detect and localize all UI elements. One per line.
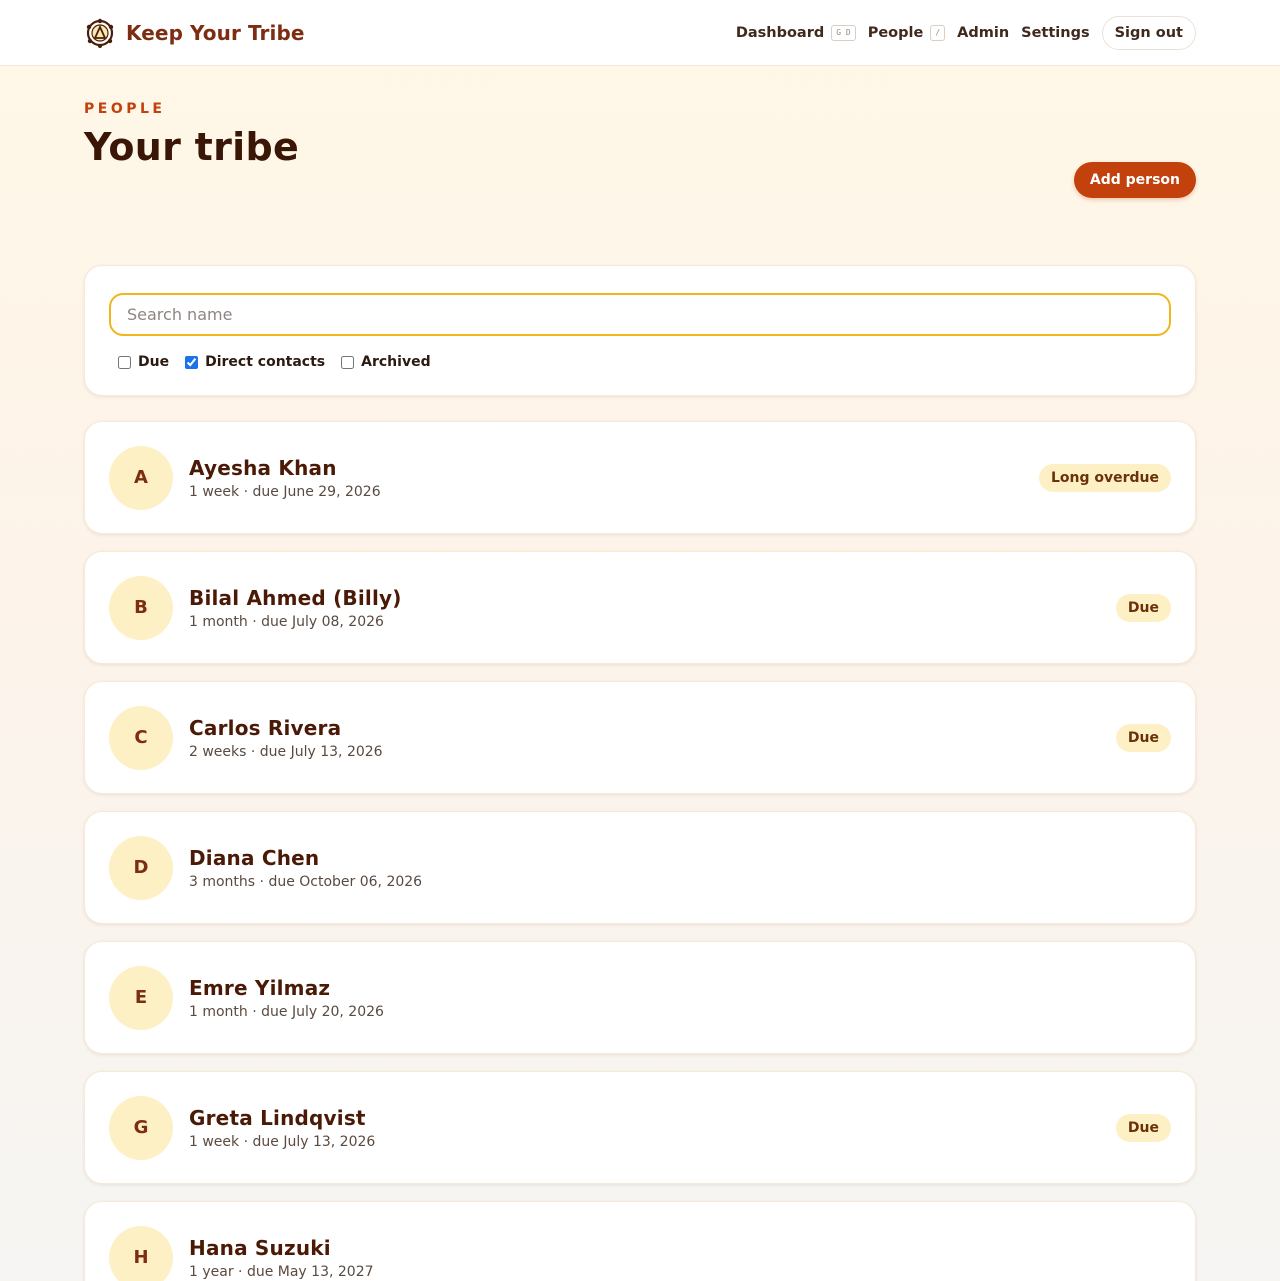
main-nav: Dashboard G D People / Admin Settings Si… [735, 15, 1196, 50]
person-name: Carlos Rivera [189, 715, 342, 740]
person-cadence: 1 week · due July 13, 2026 [189, 1133, 376, 1150]
filter-archived-label: Archived [361, 354, 431, 370]
person-name: Emre Yilmaz [189, 975, 331, 1000]
brand[interactable]: Keep Your Tribe [84, 17, 305, 49]
filter-direct-contacts-label: Direct contacts [205, 354, 326, 370]
page-eyebrow: PEOPLE [84, 101, 166, 117]
person-name: Greta Lindqvist [189, 1105, 366, 1130]
person-info: Emre Yilmaz 1 month · due July 20, 2026 [189, 976, 1171, 1020]
person-cadence: 1 month · due July 20, 2026 [189, 1003, 384, 1020]
nav-dashboard[interactable]: Dashboard G D [735, 24, 856, 41]
status-badge: Due [1115, 1113, 1171, 1142]
person-name: Ayesha Khan [189, 455, 337, 480]
brand-name: Keep Your Tribe [126, 20, 305, 45]
nav-people-label: People [867, 24, 924, 41]
person-info: Ayesha Khan 1 week · due June 29, 2026 [189, 456, 1039, 500]
page-header: PEOPLE Your tribe Add person [84, 66, 1196, 266]
avatar: C [109, 705, 173, 770]
tribe-logo-icon [86, 18, 114, 48]
person-info: Diana Chen 3 months · due October 06, 20… [189, 846, 1171, 890]
people-shortcut-hint: / [930, 24, 946, 41]
person-name: Hana Suzuki [189, 1235, 331, 1260]
avatar: H [109, 1225, 173, 1281]
nav-people[interactable]: People / [867, 24, 946, 41]
person-card[interactable]: C Carlos Rivera 2 weeks · due July 13, 2… [84, 681, 1196, 794]
person-info: Carlos Rivera 2 weeks · due July 13, 202… [189, 716, 1116, 760]
person-info: Hana Suzuki 1 year · due May 13, 2027 [189, 1236, 1171, 1280]
person-cadence: 1 week · due June 29, 2026 [189, 483, 381, 500]
status-badge: Due [1115, 723, 1171, 752]
nav-settings[interactable]: Settings [1021, 25, 1089, 41]
person-info: Greta Lindqvist 1 week · due July 13, 20… [189, 1106, 1116, 1150]
filter-due[interactable]: Due [118, 354, 169, 370]
avatar: D [109, 835, 173, 900]
filter-archived[interactable]: Archived [341, 354, 431, 370]
people-list: A Ayesha Khan 1 week · due June 29, 2026… [84, 421, 1196, 1281]
person-info: Bilal Ahmed (Billy) 1 month · due July 0… [189, 586, 1116, 630]
filter-direct-contacts-checkbox[interactable] [185, 355, 199, 369]
filter-panel: Due Direct contacts Archived [84, 265, 1196, 396]
filter-direct-contacts[interactable]: Direct contacts [185, 354, 325, 370]
nav-dashboard-label: Dashboard [735, 24, 825, 41]
person-card[interactable]: H Hana Suzuki 1 year · due May 13, 2027 [84, 1201, 1196, 1281]
top-navigation-bar: Keep Your Tribe Dashboard G D People / A… [0, 0, 1280, 66]
dashboard-shortcut-hint: G D [831, 24, 856, 41]
avatar: A [109, 445, 173, 510]
main-content: PEOPLE Your tribe Add person Due Direct … [0, 66, 1280, 1281]
person-card[interactable]: E Emre Yilmaz 1 month · due July 20, 202… [84, 941, 1196, 1054]
filter-archived-checkbox[interactable] [341, 355, 355, 369]
avatar: G [109, 1095, 173, 1160]
avatar: B [109, 575, 173, 640]
page-title: Your tribe [84, 125, 300, 169]
filter-options: Due Direct contacts Archived [109, 354, 1171, 370]
filter-due-label: Due [138, 354, 170, 370]
filter-due-checkbox[interactable] [118, 355, 131, 369]
person-cadence: 2 weeks · due July 13, 2026 [189, 743, 383, 760]
person-cadence: 1 month · due July 08, 2026 [189, 613, 384, 630]
person-name: Diana Chen [189, 845, 320, 870]
nav-admin[interactable]: Admin [957, 25, 1009, 41]
page-heading-group: PEOPLE Your tribe [84, 101, 299, 169]
search-name-input[interactable] [109, 293, 1171, 336]
person-card[interactable]: B Bilal Ahmed (Billy) 1 month · due July… [84, 551, 1196, 664]
person-name: Bilal Ahmed (Billy) [189, 585, 402, 610]
add-person-button[interactable]: Add person [1073, 162, 1196, 198]
status-badge: Long overdue [1038, 463, 1171, 492]
avatar: E [109, 965, 173, 1030]
person-card[interactable]: G Greta Lindqvist 1 week · due July 13, … [84, 1071, 1196, 1184]
person-card[interactable]: D Diana Chen 3 months · due October 06, … [84, 811, 1196, 924]
person-card[interactable]: A Ayesha Khan 1 week · due June 29, 2026… [84, 421, 1196, 534]
status-badge: Due [1115, 593, 1171, 622]
person-cadence: 1 year · due May 13, 2027 [189, 1263, 374, 1280]
person-cadence: 3 months · due October 06, 2026 [189, 873, 423, 890]
sign-out-button[interactable]: Sign out [1101, 15, 1196, 50]
